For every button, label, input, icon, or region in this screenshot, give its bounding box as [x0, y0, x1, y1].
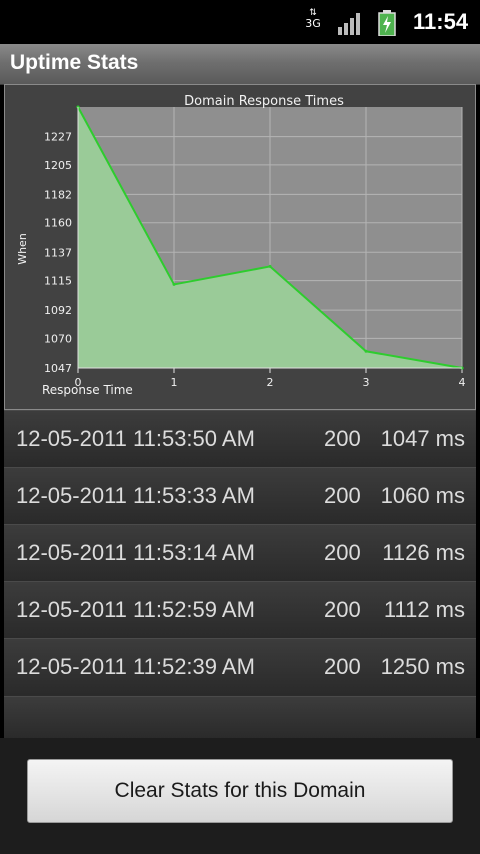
x-tick-label: 1	[171, 376, 178, 389]
stat-time: 1250 ms	[380, 654, 465, 679]
list-item[interactable]: 12-05-2011 11:53:14 AM 200 1126 ms	[4, 524, 476, 581]
x-tick-label: 2	[267, 376, 274, 389]
chart-title: Domain Response Times	[184, 94, 344, 109]
x-tick-label: 3	[363, 376, 370, 389]
y-tick-label: 1182	[44, 188, 72, 201]
stat-date: 12-05-2011 11:53:50 AM	[16, 426, 255, 451]
stat-date: 12-05-2011 11:52:39 AM	[16, 654, 255, 679]
y-tick-label: 1070	[44, 332, 72, 345]
stat-time: 1126 ms	[382, 540, 465, 565]
list-item[interactable]: 12-05-2011 11:52:39 AM 200 1250 ms	[4, 638, 476, 695]
3g-icon: ⇅ 3G	[302, 8, 324, 36]
y-tick-label: 1227	[44, 131, 72, 144]
data-point	[364, 349, 368, 353]
list-item[interactable]: 12-05-2011 11:53:50 AM 200 1047 ms	[4, 410, 476, 467]
stat-date: 12-05-2011 11:53:33 AM	[16, 483, 255, 508]
x-tick-label: 4	[459, 376, 466, 389]
stat-code: 200	[324, 483, 361, 508]
signal-icon	[338, 13, 360, 35]
chart-svg: 1047107010921115113711601182120512270 1 2 3…	[16, 94, 466, 397]
stat-time: 1047 ms	[380, 426, 465, 451]
stat-code: 200	[324, 654, 361, 679]
network-label: 3G	[305, 17, 321, 30]
list-item[interactable]: 12-05-2011 11:53:33 AM 200 1060 ms	[4, 467, 476, 524]
data-point	[172, 282, 176, 286]
y-tick-label: 1205	[44, 159, 72, 172]
clock: 11:54	[413, 9, 469, 34]
bottom-bar: Clear Stats for this Domain	[0, 738, 480, 854]
stat-date: 12-05-2011 11:52:59 AM	[16, 597, 255, 622]
clear-stats-button[interactable]: Clear Stats for this Domain	[27, 759, 453, 823]
status-bar: ⇅ 3G 11:54	[0, 0, 480, 44]
empty-list-row	[4, 696, 476, 739]
stat-time: 1060 ms	[380, 483, 465, 508]
stat-code: 200	[324, 426, 361, 451]
data-point	[268, 264, 272, 268]
battery-charging-icon	[378, 10, 396, 36]
list-item[interactable]: 12-05-2011 11:52:59 AM 200 1112 ms	[4, 581, 476, 638]
y-tick-label: 1160	[44, 217, 72, 230]
y-tick-label: 1092	[44, 304, 72, 317]
title-bar: Uptime Stats	[0, 44, 480, 85]
y-tick-label: 1115	[44, 275, 72, 288]
y-tick-label: 1137	[44, 246, 72, 259]
y-axis-label: When	[16, 233, 29, 265]
x-axis-label: Response Time	[42, 383, 133, 397]
y-tick-label: 1047	[44, 362, 72, 375]
response-time-chart: 1047 1070 1092 1115 1137 1160 1182 1205 1227 0 1 2 3…	[4, 84, 476, 410]
stat-date: 12-05-2011 11:53:14 AM	[16, 540, 255, 565]
stats-list[interactable]: 12-05-2011 11:53:50 AM 200 1047 ms 12-05…	[4, 410, 476, 739]
page-title: Uptime Stats	[10, 51, 139, 74]
stat-code: 200	[324, 540, 361, 565]
stat-code: 200	[324, 597, 361, 622]
stat-time: 1112 ms	[383, 597, 465, 622]
